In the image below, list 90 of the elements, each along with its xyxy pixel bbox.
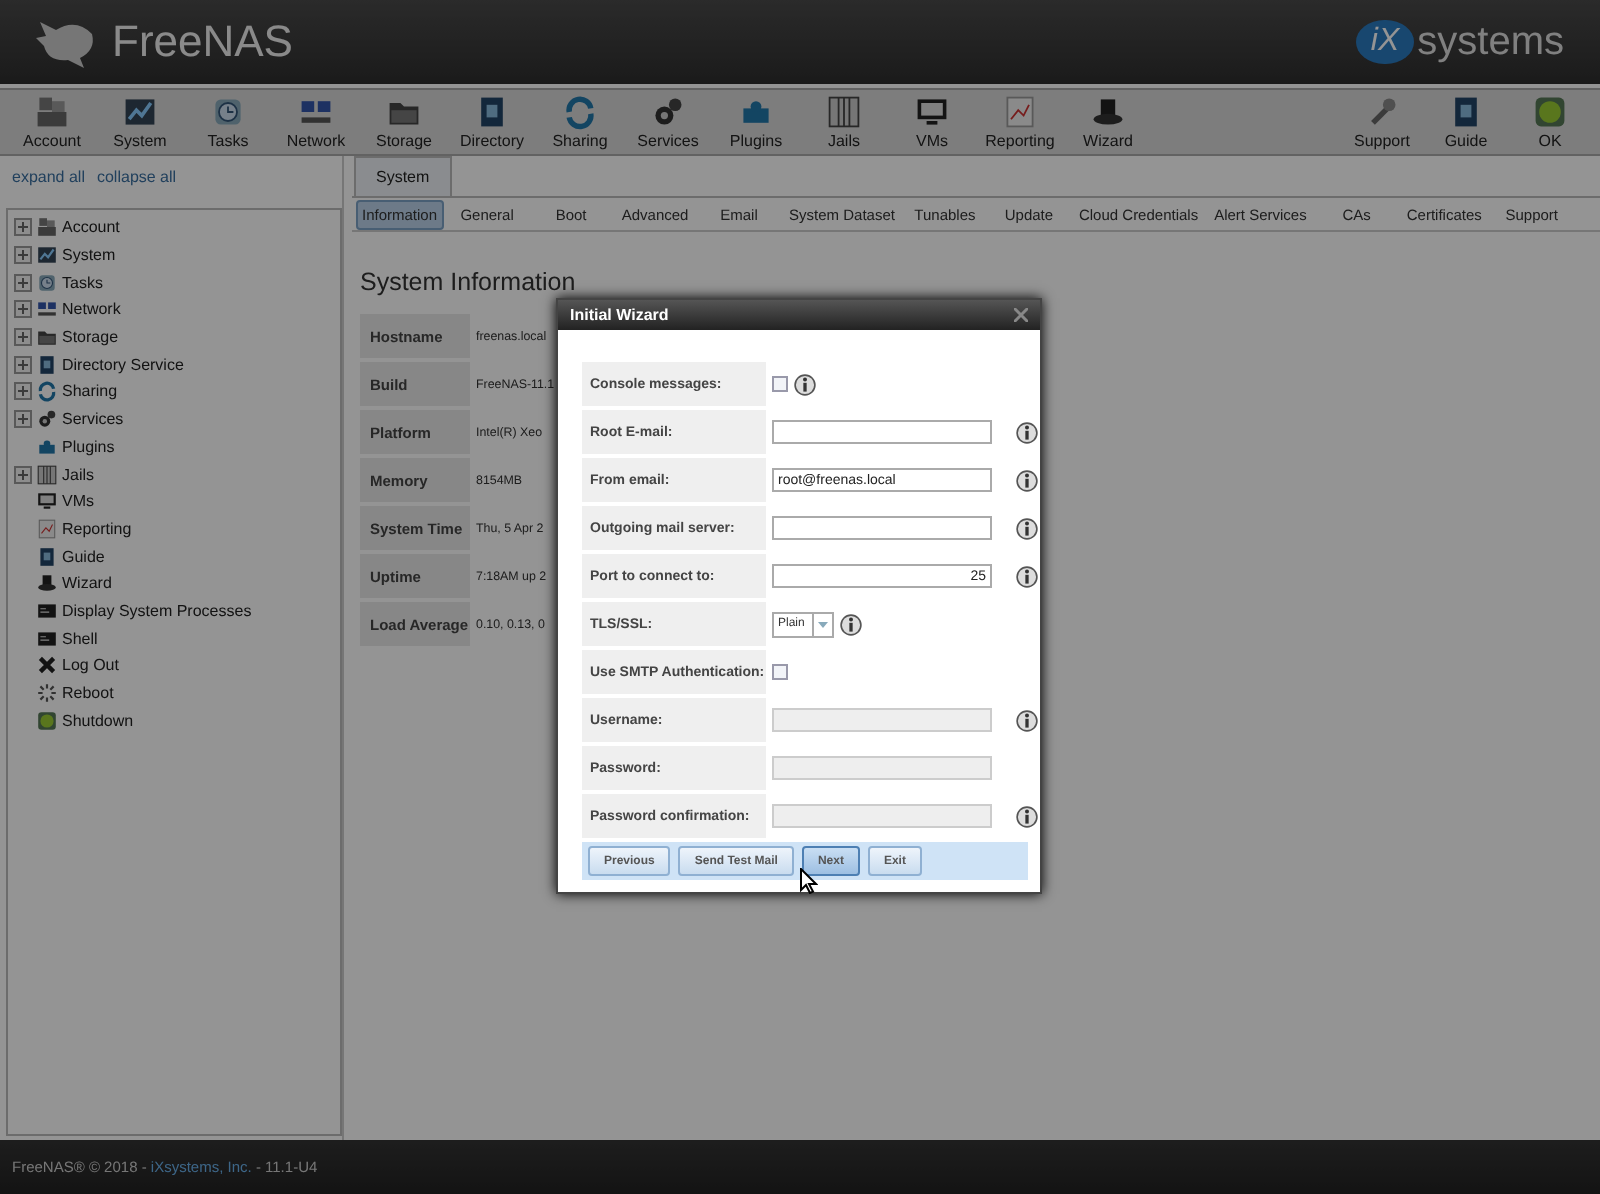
checkbox[interactable] (772, 376, 788, 392)
info-icon[interactable] (1016, 421, 1038, 443)
tree-item[interactable]: Tasks (62, 273, 103, 292)
tree-item[interactable]: Account (62, 218, 120, 237)
toolbar-button[interactable]: Reporting (976, 90, 1064, 154)
book-icon (36, 545, 58, 568)
toolbar-button[interactable]: Sharing (536, 90, 624, 154)
expand-toggle[interactable] (14, 355, 32, 374)
bars-icon (826, 94, 862, 130)
sync-icon (562, 94, 598, 130)
tree-link[interactable]: collapse all (96, 168, 177, 196)
book-icon (36, 353, 58, 376)
toolbar-button[interactable]: Support (1340, 90, 1424, 154)
power-icon (1532, 94, 1568, 130)
expand-toggle[interactable] (14, 218, 32, 237)
hat-icon (36, 572, 58, 595)
tree-item[interactable]: Reporting (62, 519, 132, 538)
close-icon[interactable] (1014, 308, 1028, 322)
tree-item[interactable]: System (62, 246, 116, 265)
tree-item[interactable]: Services (62, 410, 124, 429)
toolbar-button[interactable]: Network (272, 90, 360, 154)
report-icon (1002, 94, 1038, 130)
gear-icon (36, 408, 58, 431)
chart-icon (122, 94, 158, 130)
tree-item[interactable]: Storage (62, 328, 119, 347)
toolbar-button[interactable]: Tasks (184, 90, 272, 154)
expand-toggle[interactable] (14, 273, 32, 292)
tree-item[interactable]: Reboot (62, 684, 114, 703)
tree-item[interactable]: Plugins (62, 437, 115, 456)
clock-icon (210, 94, 246, 130)
monitor-icon (36, 490, 58, 513)
vendor-name: systems (1417, 19, 1564, 65)
tree-link[interactable]: expand all (12, 168, 85, 196)
toolbar-button[interactable]: Jails (800, 90, 888, 154)
tree-item[interactable]: Wizard (62, 574, 112, 593)
expand-toggle[interactable] (14, 382, 32, 401)
vendor-mark: iX (1356, 20, 1414, 64)
toolbar-button[interactable]: Services (624, 90, 712, 154)
toolbar-button[interactable]: Directory (448, 90, 536, 154)
caret-icon (818, 621, 829, 627)
tree-item[interactable]: Network (62, 300, 121, 319)
monitor-icon (914, 94, 950, 130)
toolbar-button[interactable]: Guide (1424, 90, 1508, 154)
input-field[interactable] (772, 420, 992, 444)
tree-item[interactable]: Display System Processes (62, 601, 252, 620)
checkbox[interactable] (772, 664, 788, 680)
input-field[interactable] (772, 516, 992, 540)
toolbar-button[interactable]: Account (8, 90, 96, 154)
info-icon[interactable] (1016, 517, 1038, 539)
tree-item[interactable]: Log Out (62, 656, 119, 675)
info-icon[interactable] (794, 373, 816, 395)
toolbar-button[interactable]: System (96, 90, 184, 154)
brand-name: FreeNAS (112, 16, 293, 68)
dialog-title: Initial Wizard (570, 306, 669, 324)
section-title: System Information (360, 268, 578, 296)
expand-toggle[interactable] (14, 300, 32, 319)
toolbar-button[interactable]: VMs (888, 90, 976, 154)
toolbar-button[interactable]: Plugins (712, 90, 800, 154)
toolbar-button[interactable]: Wizard (1064, 90, 1152, 154)
terminal-icon (36, 599, 58, 622)
terminal-icon (36, 627, 58, 650)
tree-item[interactable]: Jails (62, 465, 95, 484)
spinner-icon (36, 682, 58, 705)
info-icon[interactable] (840, 613, 863, 635)
hat-icon (1090, 94, 1126, 130)
info-icon[interactable] (1016, 469, 1038, 491)
power-icon (36, 709, 58, 732)
folder-icon (36, 326, 58, 349)
tab[interactable]: System (354, 156, 452, 196)
tree-item[interactable]: VMs (62, 492, 94, 511)
gear-icon (650, 94, 686, 130)
expand-toggle[interactable] (14, 410, 32, 429)
chart-icon (36, 244, 58, 267)
toolbar-button[interactable]: OK (1508, 90, 1592, 154)
tree-item[interactable]: Shell (62, 629, 98, 648)
bars-icon (36, 463, 58, 486)
sync-icon (36, 380, 58, 403)
clock-icon (36, 271, 58, 294)
expand-toggle[interactable] (14, 465, 32, 484)
expand-toggle[interactable] (14, 328, 32, 347)
cross-icon (36, 654, 58, 677)
network-icon (36, 298, 58, 321)
tree-item[interactable]: Directory Service (62, 355, 184, 374)
tree-item[interactable]: Guide (62, 547, 105, 566)
tree-item[interactable]: Sharing (62, 382, 118, 401)
tree-item[interactable]: Shutdown (62, 711, 134, 730)
info-icon[interactable] (1016, 565, 1038, 587)
report-icon (36, 517, 58, 540)
expand-toggle[interactable] (14, 246, 32, 265)
toolbar-button[interactable]: Storage (360, 90, 448, 154)
